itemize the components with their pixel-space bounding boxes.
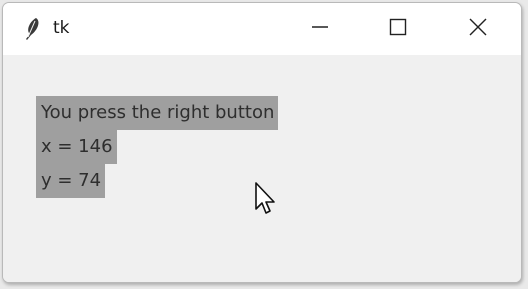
x-coordinate-label: x = 146 bbox=[36, 130, 117, 164]
minimize-icon bbox=[311, 18, 329, 41]
minimize-button[interactable] bbox=[285, 3, 355, 55]
message-label: You press the right button bbox=[36, 96, 279, 130]
window-content[interactable]: You press the right button x = 146 y = 7… bbox=[3, 56, 521, 282]
maximize-button[interactable] bbox=[363, 3, 433, 55]
y-coordinate-label: y = 74 bbox=[36, 164, 106, 198]
title-bar[interactable]: tk bbox=[3, 3, 521, 55]
mouse-pointer-icon bbox=[254, 181, 278, 217]
close-icon bbox=[469, 18, 487, 41]
close-button[interactable] bbox=[443, 3, 513, 55]
tk-window: tk You press the right button x = 146 y … bbox=[2, 2, 522, 283]
window-title: tk bbox=[53, 18, 70, 38]
maximize-icon bbox=[389, 18, 407, 41]
feather-icon bbox=[21, 17, 43, 43]
